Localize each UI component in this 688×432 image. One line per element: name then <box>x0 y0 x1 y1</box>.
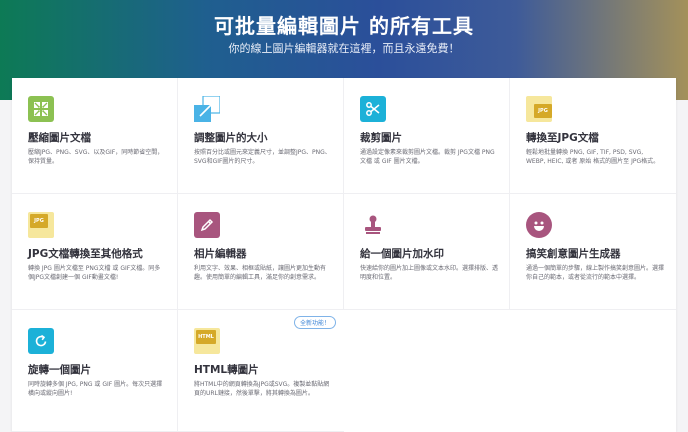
jpg-convert-icon: JPG <box>28 212 54 238</box>
tool-card-crop[interactable]: 裁剪圖片 通過設定像素來裁剪圖片文檔。裁剪 JPG文檔 PNG文檔 或 GIF … <box>344 78 510 194</box>
jpg-file-icon: JPG <box>526 96 552 122</box>
html-file-icon: HTML <box>194 328 220 354</box>
tool-title: 轉換至JPG文檔 <box>526 132 599 144</box>
tool-title: 裁剪圖片 <box>360 132 402 144</box>
tool-description: 同時旋轉多個 JPG, PNG 或 GIF 圖片。每次只選擇橫向或縱向圖片! <box>28 381 163 397</box>
tool-description: 壓縮JPG、PNG、SVG、以及GIF，同時節省空間，保持質量。 <box>28 149 164 165</box>
tool-card-meme-generator[interactable]: 搞笑創意圖片生成器 通過一個簡單的步驟，線上製作搞笑創意圖片。選擇你自己的範本，… <box>510 194 676 310</box>
stamp-icon <box>360 212 386 238</box>
tool-description: 輕鬆地批量轉換 PNG, GIF, TIF, PSD, SVG, WEBP, H… <box>526 149 660 165</box>
tool-card-rotate[interactable]: 旋轉一個圖片 同時旋轉多個 JPG, PNG 或 GIF 圖片。每次只選擇橫向或… <box>12 310 178 432</box>
tool-title: 給一個圖片加水印 <box>360 248 444 260</box>
resize-icon <box>194 96 220 122</box>
hero-title: 可批量編輯圖片 的所有工具 <box>214 14 474 38</box>
smiley-icon <box>526 212 552 238</box>
tool-description: 按照百分比或圖元來定義尺寸，並調整JPG、PNG、SVG和GIF圖片的尺寸。 <box>194 149 331 165</box>
file-type-label: HTML <box>196 330 216 344</box>
tool-title: JPG文檔轉換至其他格式 <box>28 248 143 260</box>
tool-description: 轉換 JPG 圖片文檔至 PNG文檔 或 GIF文檔。同多個JPG文檔創建一個 … <box>28 265 161 281</box>
tool-title: 相片編輯器 <box>194 248 247 260</box>
tool-card-photo-editor[interactable]: 相片編輯器 利用文字、效果、相框或貼紙，讓圖片更加生動有趣。使用簡單的編輯工具，… <box>178 194 344 310</box>
tool-title: HTML轉圖片 <box>194 364 259 376</box>
tool-card-html-to-image[interactable]: 全新功能！ HTML HTML轉圖片 將HTML中的網頁轉換為JPG或SVG。複… <box>178 310 344 432</box>
hero-subtitle: 你的線上圖片編輯器就在這裡，而且永遠免費！ <box>228 42 460 55</box>
tool-description: 快速給你的圖片加上圖像或文本水印。選擇排版、透明度和位置。 <box>360 265 499 281</box>
tool-title: 壓縮圖片文檔 <box>28 132 91 144</box>
pencil-icon <box>194 212 220 238</box>
tool-card-resize[interactable]: 調整圖片的大小 按照百分比或圖元來定義尺寸，並調整JPG、PNG、SVG和GIF… <box>178 78 344 194</box>
tool-card-convert-from-jpg[interactable]: JPG JPG文檔轉換至其他格式 轉換 JPG 圖片文檔至 PNG文檔 或 GI… <box>12 194 178 310</box>
rotate-icon <box>28 328 54 354</box>
tool-description: 利用文字、效果、相框或貼紙，讓圖片更加生動有趣。使用簡單的編輯工具，滿足你的創意… <box>194 265 327 281</box>
tool-card-compress[interactable]: 壓縮圖片文檔 壓縮JPG、PNG、SVG、以及GIF，同時節省空間，保持質量。 <box>12 78 178 194</box>
tool-title: 調整圖片的大小 <box>194 132 268 144</box>
file-type-label: JPG <box>30 214 48 228</box>
tool-description: 通過設定像素來裁剪圖片文檔。裁剪 JPG文檔 PNG文檔 或 GIF 圖片文檔。 <box>360 149 495 165</box>
tool-card-watermark[interactable]: 給一個圖片加水印 快速給你的圖片加上圖像或文本水印。選擇排版、透明度和位置。 <box>344 194 510 310</box>
file-type-label: JPG <box>534 104 552 118</box>
new-feature-badge: 全新功能！ <box>293 316 336 329</box>
tool-description: 通過一個簡單的步驟，線上製作搞笑創意圖片。選擇你自己的範本，或者從流行的範本中選… <box>526 265 665 281</box>
tool-title: 搞笑創意圖片生成器 <box>526 248 621 260</box>
compress-icon <box>28 96 54 122</box>
tool-card-convert-to-jpg[interactable]: JPG 轉換至JPG文檔 輕鬆地批量轉換 PNG, GIF, TIF, PSD,… <box>510 78 676 194</box>
tool-description: 將HTML中的網頁轉換為JPG或SVG。複製並黏貼網頁的URL鏈接，然後單擊，將… <box>194 381 330 397</box>
tools-grid: 壓縮圖片文檔 壓縮JPG、PNG、SVG、以及GIF，同時節省空間，保持質量。 … <box>12 78 676 432</box>
tool-title: 旋轉一個圖片 <box>28 364 91 376</box>
scissors-icon <box>360 96 386 122</box>
